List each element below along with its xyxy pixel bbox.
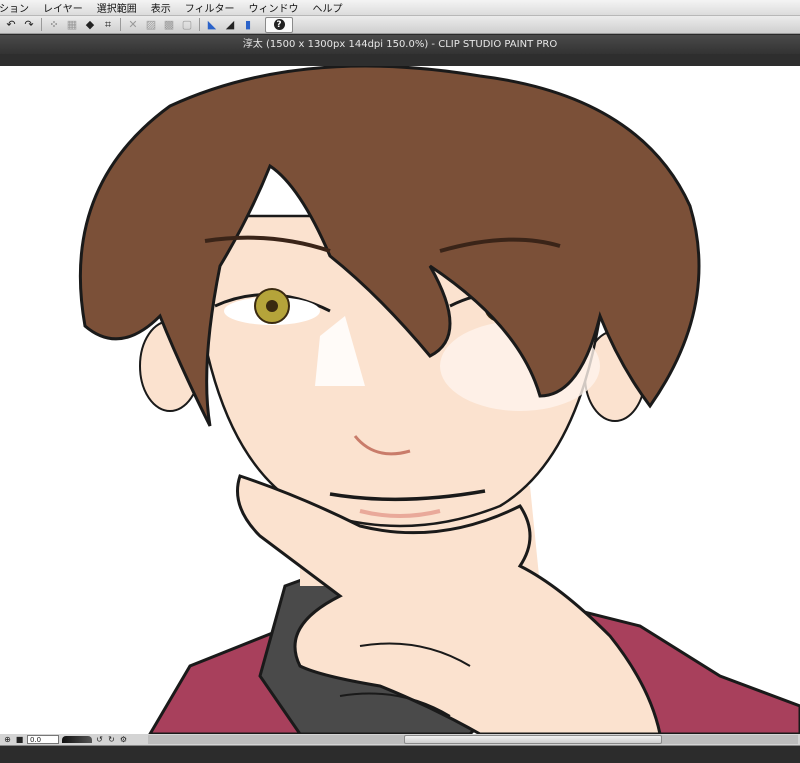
document-title-bar: 淳太 (1500 x 1300px 144dpi 150.0%) - CLIP … (0, 35, 800, 54)
snap-point-icon[interactable]: ▮ (241, 18, 255, 32)
toolbar-divider (41, 18, 42, 31)
document-title: 淳太 (1500 x 1300px 144dpi 150.0%) - CLIP … (242, 39, 558, 50)
horizontal-scrollbar[interactable] (148, 735, 798, 744)
menu-item-view[interactable]: 表示 (151, 0, 171, 15)
menu-bar: ション レイヤー 選択範囲 表示 フィルター ウィンドウ ヘルプ (0, 0, 800, 16)
clear-outside-icon[interactable]: ▨ (144, 18, 158, 32)
canvas[interactable] (0, 66, 800, 734)
crop-icon[interactable]: ⌗ (101, 18, 115, 32)
menu-item-layer[interactable]: レイヤー (43, 0, 83, 15)
panel-area (0, 746, 800, 763)
rotate-icon[interactable]: ⊕ (3, 735, 12, 744)
redo-icon[interactable]: ↷ (22, 18, 36, 32)
snap-grid-icon[interactable]: ◢ (223, 18, 237, 32)
deselect-icon[interactable]: ▦ (65, 18, 79, 32)
zoom-field[interactable]: 0.0 (27, 735, 59, 744)
help-button[interactable]: ? (265, 16, 293, 33)
help-icon: ? (273, 19, 285, 30)
scrollbar-thumb[interactable] (404, 735, 662, 744)
pupil-left (266, 300, 278, 312)
canvas-tab-strip (0, 54, 800, 66)
menu-item-animation[interactable]: ション (0, 0, 29, 15)
flip-icon[interactable]: ⚙ (119, 735, 128, 744)
menu-item-filter[interactable]: フィルター (185, 0, 235, 15)
toolbar-divider (120, 18, 121, 31)
fill-selection-icon[interactable]: ▩ (162, 18, 176, 32)
illustration (78, 66, 800, 734)
clear-icon[interactable]: ✕ (126, 18, 140, 32)
navigator-row: ⊕ ■ 0.0 ↺ ↻ ⚙ (0, 734, 800, 746)
menu-item-window[interactable]: ウィンドウ (249, 0, 299, 15)
fit-icon[interactable]: ■ (15, 735, 24, 744)
command-bar: ↶ ↷ ⁘ ▦ ◆ ⌗ ✕ ▨ ▩ ▢ ◣ ◢ ▮ ? (0, 16, 800, 34)
canvas-status-bar: ⊕ ■ 0.0 ↺ ↻ ⚙ (0, 734, 800, 763)
fill-icon[interactable]: ◆ (83, 18, 97, 32)
toolbar-divider (199, 18, 200, 31)
convert-icon[interactable]: ▢ (180, 18, 194, 32)
menu-item-help[interactable]: ヘルプ (313, 0, 343, 15)
select-transform-icon[interactable]: ⁘ (47, 18, 61, 32)
rotate-right-icon[interactable]: ↻ (107, 735, 116, 744)
menu-item-selection[interactable]: 選択範囲 (97, 0, 137, 15)
rotate-left-icon[interactable]: ↺ (95, 735, 104, 744)
undo-icon[interactable]: ↶ (4, 18, 18, 32)
zoom-slider[interactable] (62, 736, 92, 743)
snap-ruler-icon[interactable]: ◣ (205, 18, 219, 32)
